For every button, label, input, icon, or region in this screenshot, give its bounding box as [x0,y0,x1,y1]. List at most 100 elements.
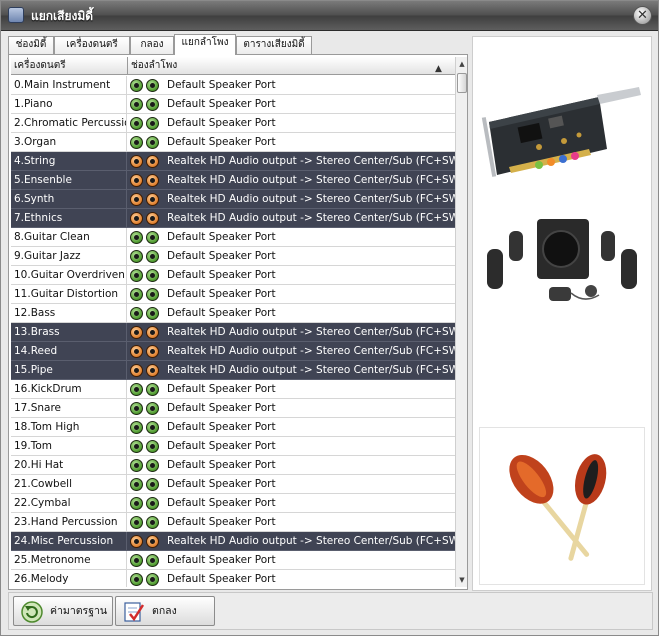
window-title: แยกเสียงมิดี้ [31,9,94,23]
scroll-down-arrow-icon[interactable]: ▼ [456,573,468,587]
tab-midi-channels[interactable]: ช่องมิดี้ [8,36,54,54]
audio-jack-icons [130,212,162,225]
speaker-port-cell[interactable]: Realtek HD Audio output -> Stereo Center… [167,190,455,209]
speaker-port-cell[interactable]: Default Speaker Port [167,114,276,133]
table-row[interactable]: 4.String Realtek HD Audio output -> Stere… [11,152,455,171]
tab-drums[interactable]: กลอง [130,36,174,54]
table-row[interactable]: 2.Chromatic Percussion Default Speaker Po… [11,114,455,133]
table-row[interactable]: 13.Brass Realtek HD Audio output -> Stere… [11,323,455,342]
table-row[interactable]: 18.Tom High Default Speaker Port [11,418,455,437]
speaker-port-cell[interactable]: Realtek HD Audio output -> Stereo Center… [167,209,455,228]
audio-jack-icon [146,79,159,92]
audio-jack-icons [130,364,162,377]
audio-jack-icon [146,136,159,149]
table-row[interactable]: 22.Cymbal Default Speaker Port [11,494,455,513]
vertical-scrollbar[interactable]: ▲ ▼ [455,57,467,587]
instrument-cell: 12.Bass [11,304,127,323]
table-row[interactable]: 24.Misc Percussion Realtek HD Audio outpu… [11,532,455,551]
instrument-cell: 13.Brass [11,323,127,342]
audio-jack-icon [146,554,159,567]
speaker-port-cell[interactable]: Default Speaker Port [167,95,276,114]
tab-midi-sound-table[interactable]: ตารางเสียงมิดี้ [236,36,312,54]
table-row[interactable]: 0.Main Instrument Default Speaker Port [11,76,455,95]
speaker-port-cell[interactable]: Default Speaker Port [167,494,276,513]
table-row[interactable]: 3.Organ Default Speaker Port [11,133,455,152]
table-row[interactable]: 19.Tom Default Speaker Port [11,437,455,456]
table-row[interactable]: 5.Ensenble Realtek HD Audio output -> Ste… [11,171,455,190]
table-row[interactable]: 8.Guitar Clean Default Speaker Port [11,228,455,247]
column-header-instrument[interactable]: เครื่องดนตรี [11,57,128,75]
audio-jack-icon [146,155,159,168]
instrument-cell: 10.Guitar Overdriven [11,266,127,285]
speaker-port-cell[interactable]: Realtek HD Audio output -> Stereo Center… [167,171,455,190]
speaker-port-cell[interactable]: Realtek HD Audio output -> Stereo Center… [167,323,455,342]
table-row[interactable]: 17.Snare Default Speaker Port [11,399,455,418]
speaker-port-cell[interactable]: Default Speaker Port [167,285,276,304]
table-row[interactable]: 16.KickDrum Default Speaker Port [11,380,455,399]
table-row[interactable]: 9.Guitar Jazz Default Speaker Port [11,247,455,266]
close-button[interactable]: ✕ [633,6,652,25]
speaker-port-cell[interactable]: Realtek HD Audio output -> Stereo Center… [167,152,455,171]
table-row[interactable]: 15.Pipe Realtek HD Audio output -> Stereo… [11,361,455,380]
audio-jack-icons [130,478,162,491]
table-row[interactable]: 20.Hi Hat Default Speaker Port [11,456,455,475]
audio-jack-icon [146,193,159,206]
speaker-port-cell[interactable]: Default Speaker Port [167,228,276,247]
audio-jack-icons [130,440,162,453]
grid-header: เครื่องดนตรี ช่องลำโพง ▲ [11,57,455,75]
table-row[interactable]: 1.Piano Default Speaker Port [11,95,455,114]
audio-jack-icon [130,554,143,567]
table-row[interactable]: 14.Reed Realtek HD Audio output -> Stereo… [11,342,455,361]
default-button-label: ค่ามาตรฐาน [50,605,108,617]
table-row[interactable]: 6.Synth Realtek HD Audio output -> Stereo… [11,190,455,209]
speaker-port-cell[interactable]: Default Speaker Port [167,304,276,323]
audio-jack-icon [146,402,159,415]
title-bar[interactable]: แยกเสียงมิดี้ ✕ [1,1,658,31]
speaker-port-cell[interactable]: Default Speaker Port [167,551,276,570]
tab-speaker-split[interactable]: แยกลำโพง [174,34,236,55]
scroll-up-arrow-icon[interactable]: ▲ [456,57,468,71]
speaker-port-cell[interactable]: Default Speaker Port [167,266,276,285]
speaker-port-cell[interactable]: Default Speaker Port [167,437,276,456]
midi-split-window: แยกเสียงมิดี้ ✕ ช่องมิดี้ เครื่องดนตรี ก… [0,0,659,636]
table-row[interactable]: 10.Guitar Overdriven Default Speaker Port [11,266,455,285]
speaker-port-cell[interactable]: Default Speaker Port [167,247,276,266]
tab-instruments[interactable]: เครื่องดนตรี [54,36,130,54]
speaker-port-cell[interactable]: Default Speaker Port [167,456,276,475]
speaker-port-cell[interactable]: Default Speaker Port [167,76,276,95]
scroll-thumb[interactable] [457,73,467,93]
audio-jack-icon [130,573,143,586]
audio-jack-icons [130,402,162,415]
table-row[interactable]: 12.Bass Default Speaker Port [11,304,455,323]
audio-jack-icons [130,573,162,586]
table-row[interactable]: 21.Cowbell Default Speaker Port [11,475,455,494]
speaker-port-cell[interactable]: Realtek HD Audio output -> Stereo Center… [167,361,455,380]
column-header-speaker-port[interactable]: ช่องลำโพง [128,57,446,75]
audio-jack-icons [130,421,162,434]
table-row[interactable]: 25.Metronome Default Speaker Port [11,551,455,570]
speaker-port-cell[interactable]: Realtek HD Audio output -> Stereo Center… [167,532,455,551]
speaker-port-cell[interactable]: Default Speaker Port [167,418,276,437]
audio-jack-icon [130,117,143,130]
speaker-port-cell[interactable]: Default Speaker Port [167,570,276,587]
speaker-port-cell[interactable]: Default Speaker Port [167,513,276,532]
audio-jack-icon [146,326,159,339]
default-button[interactable]: ค่ามาตรฐาน [13,596,113,626]
speaker-port-cell[interactable]: Realtek HD Audio output -> Stereo Center… [167,342,455,361]
audio-jack-icons [130,193,162,206]
tab-bar: ช่องมิดี้ เครื่องดนตรี กลอง แยกลำโพง ตาร… [8,34,468,55]
audio-jack-icon [130,79,143,92]
speaker-port-cell[interactable]: Default Speaker Port [167,133,276,152]
audio-jack-icon [130,231,143,244]
instrument-cell: 18.Tom High [11,418,127,437]
table-row[interactable]: 7.Ethnics Realtek HD Audio output -> Ster… [11,209,455,228]
table-row[interactable]: 11.Guitar Distortion Default Speaker Port [11,285,455,304]
speaker-port-cell[interactable]: Default Speaker Port [167,380,276,399]
table-row[interactable]: 26.Melody Default Speaker Port [11,570,455,587]
ok-button[interactable]: ตกลง [115,596,215,626]
speaker-port-cell[interactable]: Default Speaker Port [167,399,276,418]
speaker-port-cell[interactable]: Default Speaker Port [167,475,276,494]
table-row[interactable]: 23.Hand Percussion Default Speaker Port [11,513,455,532]
instrument-cell: 24.Misc Percussion [11,532,127,551]
instrument-cell: 15.Pipe [11,361,127,380]
